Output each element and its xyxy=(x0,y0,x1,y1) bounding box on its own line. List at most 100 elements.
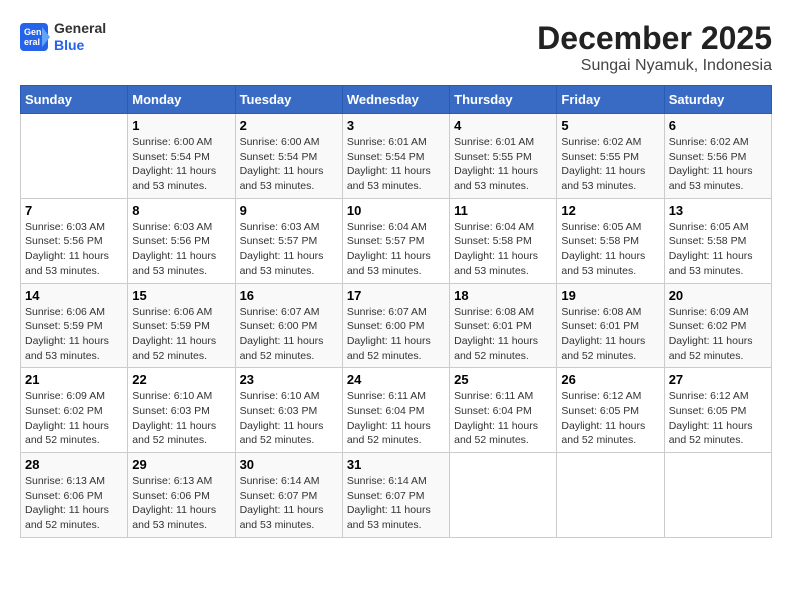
day-number: 23 xyxy=(240,372,338,387)
day-number: 3 xyxy=(347,118,445,133)
day-info: Sunrise: 6:09 AM Sunset: 6:02 PM Dayligh… xyxy=(669,305,767,364)
day-info: Sunrise: 6:10 AM Sunset: 6:03 PM Dayligh… xyxy=(240,389,338,448)
calendar-cell: 17 Sunrise: 6:07 AM Sunset: 6:00 PM Dayli… xyxy=(342,283,449,368)
calendar-cell: 26 Sunrise: 6:12 AM Sunset: 6:05 PM Dayli… xyxy=(557,368,664,453)
calendar-cell: 19 Sunrise: 6:08 AM Sunset: 6:01 PM Dayli… xyxy=(557,283,664,368)
calendar-cell: 4 Sunrise: 6:01 AM Sunset: 5:55 PM Daylig… xyxy=(450,114,557,199)
day-number: 24 xyxy=(347,372,445,387)
day-info: Sunrise: 6:06 AM Sunset: 5:59 PM Dayligh… xyxy=(132,305,230,364)
day-info: Sunrise: 6:02 AM Sunset: 5:56 PM Dayligh… xyxy=(669,135,767,194)
day-info: Sunrise: 6:14 AM Sunset: 6:07 PM Dayligh… xyxy=(240,474,338,533)
calendar-cell: 1 Sunrise: 6:00 AM Sunset: 5:54 PM Daylig… xyxy=(128,114,235,199)
day-number: 21 xyxy=(25,372,123,387)
day-info: Sunrise: 6:03 AM Sunset: 5:56 PM Dayligh… xyxy=(25,220,123,279)
day-info: Sunrise: 6:01 AM Sunset: 5:54 PM Dayligh… xyxy=(347,135,445,194)
week-row-5: 28Sunrise: 6:13 AM Sunset: 6:06 PM Dayli… xyxy=(21,453,772,538)
calendar-cell: 18 Sunrise: 6:08 AM Sunset: 6:01 PM Dayli… xyxy=(450,283,557,368)
svg-text:eral: eral xyxy=(24,37,40,47)
col-header-thursday: Thursday xyxy=(450,86,557,114)
calendar-cell xyxy=(450,453,557,538)
title-area: December 2025 Sungai Nyamuk, Indonesia xyxy=(537,20,772,75)
day-number: 4 xyxy=(454,118,552,133)
day-number: 7 xyxy=(25,203,123,218)
calendar-cell: 9Sunrise: 6:03 AM Sunset: 5:57 PM Daylig… xyxy=(235,198,342,283)
col-header-saturday: Saturday xyxy=(664,86,771,114)
day-info: Sunrise: 6:09 AM Sunset: 6:02 PM Dayligh… xyxy=(25,389,123,448)
day-info: Sunrise: 6:12 AM Sunset: 6:05 PM Dayligh… xyxy=(561,389,659,448)
calendar-cell: 2 Sunrise: 6:00 AM Sunset: 5:54 PM Daylig… xyxy=(235,114,342,199)
day-info: Sunrise: 6:08 AM Sunset: 6:01 PM Dayligh… xyxy=(561,305,659,364)
calendar-cell: 13 Sunrise: 6:05 AM Sunset: 5:58 PM Dayli… xyxy=(664,198,771,283)
calendar-cell: 15 Sunrise: 6:06 AM Sunset: 5:59 PM Dayli… xyxy=(128,283,235,368)
week-row-2: 7 Sunrise: 6:03 AM Sunset: 5:56 PM Daylig… xyxy=(21,198,772,283)
day-info: Sunrise: 6:00 AM Sunset: 5:54 PM Dayligh… xyxy=(240,135,338,194)
col-header-sunday: Sunday xyxy=(21,86,128,114)
day-info: Sunrise: 6:12 AM Sunset: 6:05 PM Dayligh… xyxy=(669,389,767,448)
day-info: Sunrise: 6:13 AM Sunset: 6:06 PM Dayligh… xyxy=(25,474,123,533)
day-info: Sunrise: 6:04 AM Sunset: 5:57 PM Dayligh… xyxy=(347,220,445,279)
day-info: Sunrise: 6:11 AM Sunset: 6:04 PM Dayligh… xyxy=(347,389,445,448)
day-info: Sunrise: 6:02 AM Sunset: 5:55 PM Dayligh… xyxy=(561,135,659,194)
calendar-cell: 10 Sunrise: 6:04 AM Sunset: 5:57 PM Dayli… xyxy=(342,198,449,283)
day-number: 2 xyxy=(240,118,338,133)
calendar-cell: 30Sunrise: 6:14 AM Sunset: 6:07 PM Dayli… xyxy=(235,453,342,538)
day-number: 13 xyxy=(669,203,767,218)
day-number: 19 xyxy=(561,288,659,303)
calendar-cell: 12Sunrise: 6:05 AM Sunset: 5:58 PM Dayli… xyxy=(557,198,664,283)
day-number: 11 xyxy=(454,203,552,218)
day-info: Sunrise: 6:08 AM Sunset: 6:01 PM Dayligh… xyxy=(454,305,552,364)
day-number: 15 xyxy=(132,288,230,303)
calendar-cell: 24 Sunrise: 6:11 AM Sunset: 6:04 PM Dayli… xyxy=(342,368,449,453)
col-header-monday: Monday xyxy=(128,86,235,114)
day-number: 27 xyxy=(669,372,767,387)
calendar-cell: 6Sunrise: 6:02 AM Sunset: 5:56 PM Daylig… xyxy=(664,114,771,199)
calendar-cell: 23 Sunrise: 6:10 AM Sunset: 6:03 PM Dayli… xyxy=(235,368,342,453)
day-info: Sunrise: 6:05 AM Sunset: 5:58 PM Dayligh… xyxy=(669,220,767,279)
day-number: 26 xyxy=(561,372,659,387)
calendar-cell: 5Sunrise: 6:02 AM Sunset: 5:55 PM Daylig… xyxy=(557,114,664,199)
calendar-cell: 20 Sunrise: 6:09 AM Sunset: 6:02 PM Dayli… xyxy=(664,283,771,368)
day-number: 22 xyxy=(132,372,230,387)
day-number: 17 xyxy=(347,288,445,303)
day-info: Sunrise: 6:13 AM Sunset: 6:06 PM Dayligh… xyxy=(132,474,230,533)
day-info: Sunrise: 6:03 AM Sunset: 5:57 PM Dayligh… xyxy=(240,220,338,279)
calendar-table: SundayMondayTuesdayWednesdayThursdayFrid… xyxy=(20,85,772,538)
day-number: 31 xyxy=(347,457,445,472)
day-number: 14 xyxy=(25,288,123,303)
calendar-cell xyxy=(21,114,128,199)
day-info: Sunrise: 6:07 AM Sunset: 6:00 PM Dayligh… xyxy=(347,305,445,364)
col-header-wednesday: Wednesday xyxy=(342,86,449,114)
calendar-cell: 31Sunrise: 6:14 AM Sunset: 6:07 PM Dayli… xyxy=(342,453,449,538)
calendar-cell: 29Sunrise: 6:13 AM Sunset: 6:06 PM Dayli… xyxy=(128,453,235,538)
col-header-friday: Friday xyxy=(557,86,664,114)
day-info: Sunrise: 6:06 AM Sunset: 5:59 PM Dayligh… xyxy=(25,305,123,364)
day-number: 18 xyxy=(454,288,552,303)
day-info: Sunrise: 6:05 AM Sunset: 5:58 PM Dayligh… xyxy=(561,220,659,279)
logo-text: General Blue xyxy=(54,20,106,54)
calendar-cell: 22Sunrise: 6:10 AM Sunset: 6:03 PM Dayli… xyxy=(128,368,235,453)
header: Gen eral General Blue December 2025 Sung… xyxy=(20,20,772,75)
week-row-4: 21 Sunrise: 6:09 AM Sunset: 6:02 PM Dayli… xyxy=(21,368,772,453)
calendar-cell: 21 Sunrise: 6:09 AM Sunset: 6:02 PM Dayli… xyxy=(21,368,128,453)
calendar-cell: 27 Sunrise: 6:12 AM Sunset: 6:05 PM Dayli… xyxy=(664,368,771,453)
calendar-cell xyxy=(557,453,664,538)
day-info: Sunrise: 6:07 AM Sunset: 6:00 PM Dayligh… xyxy=(240,305,338,364)
day-number: 20 xyxy=(669,288,767,303)
calendar-cell: 8Sunrise: 6:03 AM Sunset: 5:56 PM Daylig… xyxy=(128,198,235,283)
calendar-cell: 3 Sunrise: 6:01 AM Sunset: 5:54 PM Daylig… xyxy=(342,114,449,199)
day-info: Sunrise: 6:00 AM Sunset: 5:54 PM Dayligh… xyxy=(132,135,230,194)
svg-text:Gen: Gen xyxy=(24,27,42,37)
day-info: Sunrise: 6:03 AM Sunset: 5:56 PM Dayligh… xyxy=(132,220,230,279)
day-info: Sunrise: 6:01 AM Sunset: 5:55 PM Dayligh… xyxy=(454,135,552,194)
calendar-cell: 28Sunrise: 6:13 AM Sunset: 6:06 PM Dayli… xyxy=(21,453,128,538)
logo-line2: Blue xyxy=(54,37,84,53)
calendar-cell: 7 Sunrise: 6:03 AM Sunset: 5:56 PM Daylig… xyxy=(21,198,128,283)
day-number: 10 xyxy=(347,203,445,218)
day-number: 1 xyxy=(132,118,230,133)
day-info: Sunrise: 6:11 AM Sunset: 6:04 PM Dayligh… xyxy=(454,389,552,448)
logo-icon: Gen eral xyxy=(20,23,50,51)
day-number: 25 xyxy=(454,372,552,387)
week-row-1: 1 Sunrise: 6:00 AM Sunset: 5:54 PM Daylig… xyxy=(21,114,772,199)
main-title: December 2025 xyxy=(537,20,772,57)
header-row: SundayMondayTuesdayWednesdayThursdayFrid… xyxy=(21,86,772,114)
